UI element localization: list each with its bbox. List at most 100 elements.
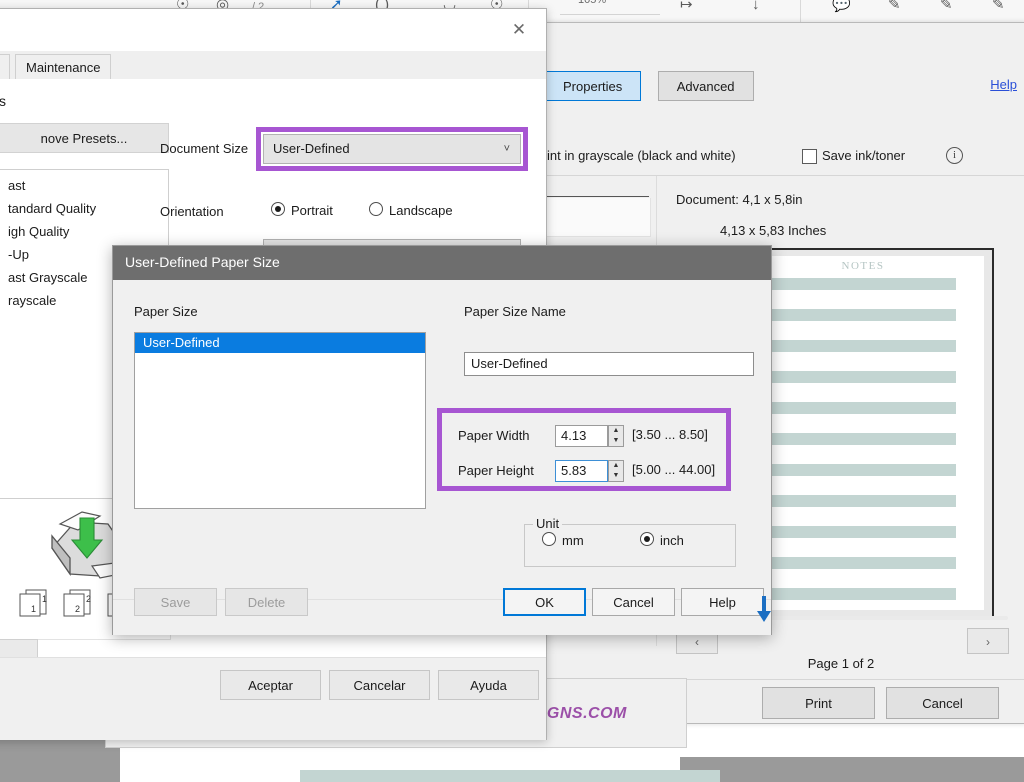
preview-paper-content: NOTES [742, 256, 984, 610]
preview-note-stripe [742, 495, 956, 507]
print-dialog-action-row: Properties Advanced [544, 71, 754, 101]
grayscale-label: Print in grayscale (black and white) [534, 148, 736, 163]
delete-button[interactable]: Delete [225, 588, 308, 616]
advanced-button[interactable]: Advanced [658, 71, 754, 101]
preview-note-stripe [742, 402, 956, 414]
pdf-canvas-shadow-right [680, 757, 1024, 782]
paper-height-range: [5.00 ... 44.00] [632, 462, 715, 477]
paper-size-label: Paper Size [134, 304, 198, 319]
print-button[interactable]: Print [762, 687, 875, 719]
stepper-up-icon[interactable]: ▲ [609, 461, 623, 471]
properties-button[interactable]: Properties [544, 71, 641, 101]
preview-note-stripe [742, 433, 956, 445]
document-size-label: Document Size [160, 141, 248, 156]
stepper-up-icon[interactable]: ▲ [609, 426, 623, 436]
preview-note-stripe [742, 371, 956, 383]
preview-document-size: Document: 4,1 x 5,8in [676, 192, 802, 207]
preferences-tabstrip: ons Maintenance [0, 51, 546, 80]
preview-note-stripe [742, 557, 956, 569]
orientation-portrait-radio[interactable] [271, 202, 285, 216]
pdf-zoom-underline [560, 14, 660, 15]
preview-note-stripe [742, 464, 956, 476]
draw-icon[interactable]: ✎ [940, 0, 953, 16]
udps-body: Paper Size User-Defined Paper Size Name … [113, 280, 771, 599]
pdf-page-stripe [300, 770, 720, 782]
paper-size-name-label: Paper Size Name [464, 304, 566, 319]
print-help-link[interactable]: Help [990, 77, 1017, 92]
svg-text:1: 1 [42, 594, 47, 604]
orientation-landscape-radio[interactable] [369, 202, 383, 216]
preview-note-stripe [742, 340, 956, 352]
svg-text:2: 2 [86, 594, 91, 604]
unit-legend: Unit [533, 516, 562, 531]
preferences-footer: Aceptar Cancelar Ayuda [0, 657, 546, 740]
document-size-value: User-Defined [273, 141, 350, 156]
stepper-down-icon[interactable]: ▼ [609, 471, 623, 481]
document-size-combo[interactable]: User-Defined ˅ [263, 134, 521, 164]
paper-height-input[interactable]: 5.83 [555, 460, 608, 482]
orientation-portrait-label[interactable]: Portrait [291, 203, 333, 218]
info-icon[interactable]: i [946, 147, 963, 164]
udps-cancel-button[interactable]: Cancel [592, 588, 675, 616]
screenshot-root: ☉ ◎ / 2 ➚ ( ) ◡ ☉ 105% ↦ ↓ 💬 ✎ ✎ ✎ Prope… [0, 0, 1024, 782]
preview-document-dimensions: 4,13 x 5,83 Inches [720, 223, 826, 238]
chevron-down-icon: ˅ [504, 135, 510, 163]
paper-width-label: Paper Width [458, 428, 530, 443]
close-icon[interactable]: ✕ [502, 17, 536, 43]
preset-list-item[interactable]: igh Quality [0, 220, 168, 243]
svg-text:2: 2 [75, 604, 80, 614]
user-defined-paper-size-dialog: User-Defined Paper Size Paper Size User-… [112, 245, 772, 635]
unit-mm-label[interactable]: mm [562, 533, 584, 548]
preset-list-item[interactable]: ast [0, 174, 168, 197]
unit-inch-radio[interactable] [640, 532, 654, 546]
udps-title-text: User-Defined Paper Size [125, 254, 280, 270]
pdf-zoom-level[interactable]: 105% [578, 0, 606, 6]
remove-presets-button[interactable]: nove Presets... [0, 123, 169, 153]
udps-titlebar: User-Defined Paper Size [113, 246, 771, 280]
preview-note-stripe [742, 309, 956, 321]
accept-button[interactable]: Aceptar [220, 670, 321, 700]
paper-width-range: [3.50 ... 8.50] [632, 427, 708, 442]
print-cancel-button[interactable]: Cancel [886, 687, 999, 719]
paper-height-label: Paper Height [458, 463, 534, 478]
preset-list-item[interactable]: tandard Quality [0, 197, 168, 220]
tab-maintenance[interactable]: Maintenance [15, 54, 111, 79]
orientation-label: Orientation [160, 204, 224, 219]
toolbar-divider [800, 0, 801, 22]
tab-options[interactable]: ons [0, 54, 10, 79]
orientation-landscape-label[interactable]: Landscape [389, 203, 453, 218]
preview-note-stripe [742, 588, 956, 600]
save-button[interactable]: Save [134, 588, 217, 616]
paper-width-input[interactable]: 4.13 [555, 425, 608, 447]
save-ink-checkbox[interactable] [802, 149, 817, 164]
preview-note-stripe [742, 278, 956, 290]
preview-page-indicator: Page 1 of 2 [657, 656, 1024, 671]
ok-button[interactable]: OK [503, 588, 586, 616]
blue-pointer-arrow-icon [757, 611, 771, 622]
udps-help-button[interactable]: Help [681, 588, 764, 616]
down-arrow-icon[interactable]: ↓ [752, 0, 760, 16]
svg-text:1: 1 [31, 604, 36, 614]
highlight-icon[interactable]: ✎ [888, 0, 901, 16]
left-column-box [544, 198, 651, 237]
fit-width-icon[interactable]: ↦ [680, 0, 693, 16]
preview-next-button[interactable]: › [967, 628, 1009, 654]
left-column-rule [544, 196, 649, 197]
paper-height-stepper[interactable]: ▲ ▼ [608, 460, 624, 482]
preferences-titlebar: de L365 Series(Network) ✕ [0, 9, 546, 51]
paper-width-stepper[interactable]: ▲ ▼ [608, 425, 624, 447]
preview-notes-title: NOTES [742, 260, 984, 272]
paper-size-name-input[interactable]: User-Defined [464, 352, 754, 376]
sign-icon[interactable]: ✎ [992, 0, 1005, 16]
paper-size-list-item[interactable]: User-Defined [135, 333, 425, 353]
preview-note-stripe [742, 526, 956, 538]
presets-section-title: s [0, 93, 6, 109]
unit-mm-radio[interactable] [542, 532, 556, 546]
comment-icon[interactable]: 💬 [832, 0, 851, 16]
cancel-button[interactable]: Cancelar [329, 670, 430, 700]
unit-inch-label[interactable]: inch [660, 533, 684, 548]
paper-size-list[interactable]: User-Defined [134, 332, 426, 509]
save-ink-label[interactable]: Save ink/toner [822, 148, 905, 163]
help-button[interactable]: Ayuda [438, 670, 539, 700]
stepper-down-icon[interactable]: ▼ [609, 436, 623, 446]
